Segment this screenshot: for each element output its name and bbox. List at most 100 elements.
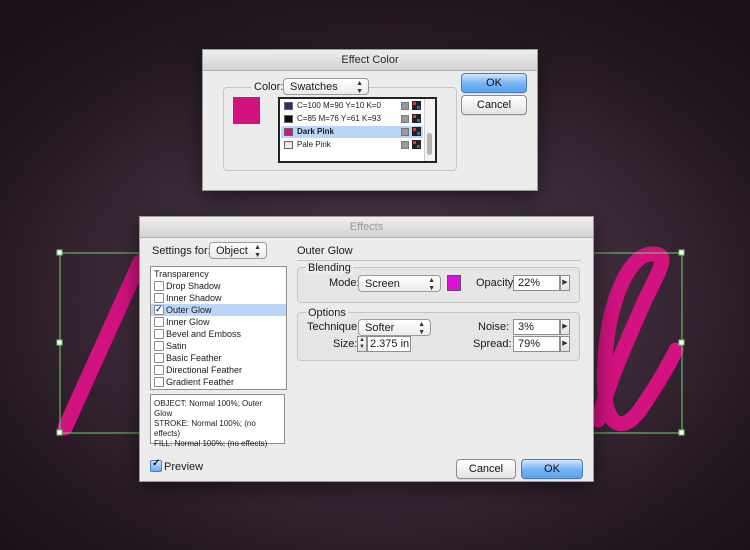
effect-item-gradient-feather[interactable]: Gradient Feather: [151, 376, 286, 388]
effects-ok-button[interactable]: OK: [521, 459, 583, 479]
swatch-chip: [284, 128, 293, 136]
effect-item-basic-feather[interactable]: Basic Feather: [151, 352, 286, 364]
summary-line: OBJECT: Normal 100%; Outer Glow: [154, 399, 263, 418]
effect-label: Gradient Feather: [166, 377, 235, 387]
process-color-icon: [401, 141, 409, 149]
current-color-preview: [233, 97, 260, 124]
effect-label: Satin: [166, 341, 187, 351]
swatch-row[interactable]: C=85 M=76 Y=61 K=93: [281, 113, 423, 125]
mode-label: Mode:: [329, 277, 360, 289]
popup-arrows-icon: ▲ ▼: [428, 277, 435, 292]
scrollbar-thumb[interactable]: [427, 133, 432, 155]
popup-arrows-icon: ▲ ▼: [356, 80, 363, 95]
color-source-popup[interactable]: Swatches ▲ ▼: [283, 78, 369, 95]
settings-for-popup[interactable]: Object ▲ ▼: [209, 242, 267, 259]
color-source-value: Swatches: [290, 81, 338, 93]
effect-label: Bevel and Emboss: [166, 329, 242, 339]
effect-label: Directional Feather: [166, 365, 243, 375]
mode-value: Screen: [365, 278, 400, 290]
popup-arrows-icon: ▲ ▼: [254, 244, 261, 259]
spread-dropdown-button[interactable]: ▶: [560, 336, 570, 352]
swatch-name: C=100 M=90 Y=10 K=0: [297, 101, 381, 110]
settings-for-value: Object: [216, 245, 248, 257]
effect-checkbox[interactable]: [154, 341, 164, 351]
blending-title: Blending: [306, 262, 353, 274]
effect-color-title: Effect Color: [203, 50, 537, 71]
swatch-chip: [284, 141, 293, 149]
effect-color-ok-button[interactable]: OK: [461, 73, 527, 93]
effect-item-satin[interactable]: Satin: [151, 340, 286, 352]
swatch-row-selected[interactable]: Dark Pink: [281, 126, 423, 138]
opacity-dropdown-button[interactable]: ▶: [560, 275, 570, 291]
swatch-name: C=85 M=76 Y=61 K=93: [297, 114, 381, 123]
spread-input[interactable]: 79%: [513, 336, 560, 352]
effect-item-bevel-emboss[interactable]: Bevel and Emboss: [151, 328, 286, 340]
size-input[interactable]: 2.375 in: [367, 336, 411, 352]
noise-label: Noise:: [478, 321, 510, 333]
swatches-list[interactable]: C=100 M=90 Y=10 K=0 C=85 M=76 Y=61 K=93 …: [278, 97, 437, 163]
effect-checkbox[interactable]: [154, 293, 164, 303]
color-label: Color:: [251, 81, 287, 93]
effect-checkbox[interactable]: [154, 353, 164, 363]
cmyk-icon: [412, 127, 421, 136]
swatches-scrollbar[interactable]: [424, 99, 435, 161]
technique-label: Technique:: [307, 321, 361, 333]
swatch-name: Pale Pink: [297, 140, 331, 149]
process-color-icon: [401, 115, 409, 123]
spread-label: Spread:: [473, 338, 512, 350]
noise-input[interactable]: 3%: [513, 319, 560, 335]
cmyk-icon: [412, 101, 421, 110]
effect-color-cancel-button[interactable]: Cancel: [461, 95, 527, 115]
options-title: Options: [306, 307, 348, 319]
effect-item-outer-glow[interactable]: Outer Glow: [151, 303, 286, 316]
summary-line: FILL: Normal 100%; (no effects): [154, 439, 268, 448]
cmyk-icon: [412, 140, 421, 149]
section-title: Outer Glow: [297, 245, 353, 257]
effect-label: Inner Glow: [166, 317, 210, 327]
technique-popup[interactable]: Softer ▲ ▼: [358, 319, 431, 336]
swatch-row[interactable]: C=100 M=90 Y=10 K=0: [281, 100, 423, 112]
size-label: Size:: [333, 338, 358, 350]
process-color-icon: [401, 102, 409, 110]
opacity-label: Opacity:: [476, 277, 517, 289]
effects-title: Effects: [140, 217, 593, 238]
technique-value: Softer: [365, 322, 395, 334]
effect-label: Transparency: [154, 269, 209, 279]
effect-checkbox[interactable]: [154, 317, 164, 327]
glow-color-swatch[interactable]: [447, 275, 461, 291]
swatch-name: Dark Pink: [297, 127, 334, 136]
effect-label: Basic Feather: [166, 353, 222, 363]
effect-item-inner-shadow[interactable]: Inner Shadow: [151, 292, 286, 304]
effects-summary: OBJECT: Normal 100%; Outer Glow STROKE: …: [150, 394, 285, 448]
effects-dialog: Effects Settings for: Object ▲ ▼ Transpar…: [139, 216, 594, 482]
preview-checkbox[interactable]: ✓: [150, 458, 162, 472]
effect-checkbox[interactable]: [154, 377, 164, 387]
opacity-input[interactable]: 22%: [513, 275, 560, 291]
swatch-chip: [284, 102, 293, 110]
effect-item-directional-feather[interactable]: Directional Feather: [151, 364, 286, 376]
checkmark-icon: ✓: [152, 458, 161, 469]
effect-label: Drop Shadow: [166, 281, 221, 291]
mode-popup[interactable]: Screen ▲ ▼: [358, 275, 441, 292]
effect-checkbox-checked[interactable]: [154, 303, 164, 315]
effect-item-drop-shadow[interactable]: Drop Shadow: [151, 280, 286, 292]
effects-list[interactable]: Transparency Drop Shadow Inner Shadow Ou…: [150, 266, 287, 390]
swatch-row[interactable]: Pale Pink: [281, 139, 423, 151]
section-divider: [297, 260, 581, 261]
cmyk-icon: [412, 114, 421, 123]
effect-label: Outer Glow: [166, 305, 212, 315]
effect-item-inner-glow[interactable]: Inner Glow: [151, 316, 286, 328]
effects-cancel-button[interactable]: Cancel: [456, 459, 516, 479]
size-stepper[interactable]: ▲ ▼: [357, 336, 367, 352]
popup-arrows-icon: ▲ ▼: [418, 321, 425, 336]
noise-dropdown-button[interactable]: ▶: [560, 319, 570, 335]
effect-checkbox[interactable]: [154, 281, 164, 291]
effect-item-transparency[interactable]: Transparency: [151, 268, 286, 280]
effect-label: Inner Shadow: [166, 293, 222, 303]
summary-line: STROKE: Normal 100%; (no effects): [154, 419, 256, 438]
preview-label: Preview: [164, 461, 204, 473]
effect-checkbox[interactable]: [154, 365, 164, 375]
swatch-chip: [284, 115, 293, 123]
effect-color-dialog: Effect Color Color: Swatches ▲ ▼ C=100 M=…: [202, 49, 538, 191]
effect-checkbox[interactable]: [154, 329, 164, 339]
